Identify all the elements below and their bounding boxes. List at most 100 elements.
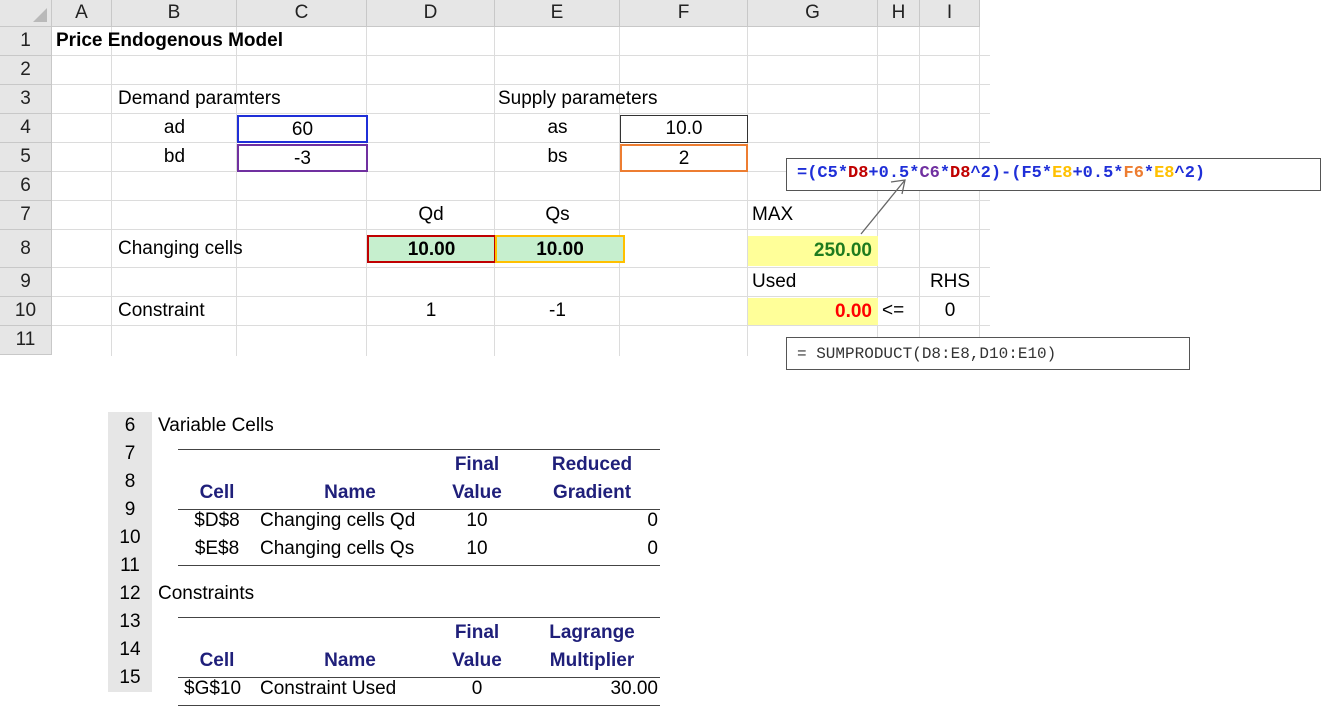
vc-gradient-header: Gradient	[552, 482, 632, 503]
vc-cell-header: Cell	[199, 482, 235, 503]
formula-segment: +0.5*	[1072, 164, 1124, 183]
formula-segment: E8	[1154, 164, 1175, 183]
c-final-header: Final	[454, 622, 500, 643]
formula-segment: *	[939, 164, 951, 183]
c-row1-name: Constraint Used	[260, 678, 397, 699]
c-row1-value: 0	[471, 678, 483, 699]
report-row-11: 11	[108, 552, 152, 580]
less-equal-operator: <=	[882, 300, 905, 321]
vc-reduced-header: Reduced	[551, 454, 633, 475]
qd-changing-cell[interactable]: 10.00	[367, 235, 496, 263]
rhs-label: RHS	[929, 271, 971, 292]
formula-segment: *	[837, 164, 849, 183]
constraint-coef-d: 1	[425, 300, 437, 321]
c-bottom-rule	[178, 705, 660, 706]
c-cell-header: Cell	[199, 650, 235, 671]
ad-value-cell[interactable]: 60	[237, 115, 368, 143]
c-row1-cell: $G$10	[184, 678, 242, 699]
row-header-6[interactable]: 6	[0, 172, 52, 201]
formula-segment: *	[1041, 164, 1053, 183]
row-header-9[interactable]: 9	[0, 268, 52, 297]
formula-segment: E8	[1052, 164, 1073, 183]
variable-cells-title: Variable Cells	[158, 415, 274, 436]
bs-label: bs	[547, 146, 568, 167]
formula-segment: *	[1143, 164, 1155, 183]
changing-cells-label: Changing cells	[118, 238, 243, 259]
report-row-15: 15	[108, 664, 152, 692]
max-label: MAX	[752, 204, 794, 225]
c-multiplier-header: Multiplier	[549, 650, 635, 671]
c-value-header: Value	[452, 650, 502, 671]
sheet-title: Price Endogenous Model	[56, 30, 283, 51]
row-header-5[interactable]: 5	[0, 143, 52, 172]
c-row1-multiplier: 30.00	[610, 678, 658, 699]
constraints-top-rule	[178, 617, 660, 618]
bd-label: bd	[163, 146, 186, 167]
report-row-9: 9	[108, 496, 152, 524]
bs-value-cell[interactable]: 2	[620, 144, 748, 172]
qs-header: Qs	[545, 204, 570, 225]
bd-value-cell[interactable]: -3	[237, 144, 368, 172]
formula-segment: =(	[797, 164, 818, 183]
column-header-f[interactable]: F	[620, 0, 748, 27]
vc-row2-gradient: 0	[647, 538, 658, 559]
formula-segment: C5	[817, 164, 838, 183]
column-header-d[interactable]: D	[367, 0, 495, 27]
supply-parameters-label: Supply parameters	[498, 88, 658, 109]
constraint-label: Constraint	[118, 300, 205, 321]
formula-segment: ^2)	[1174, 164, 1206, 183]
formula-segment: ^2)-(	[970, 164, 1022, 183]
column-header-e[interactable]: E	[495, 0, 620, 27]
row-header-2[interactable]: 2	[0, 56, 52, 85]
formula-segment: D8	[950, 164, 971, 183]
row-header-4[interactable]: 4	[0, 114, 52, 143]
variable-cells-top-rule	[178, 449, 660, 450]
vc-row1-value: 10	[466, 510, 488, 531]
demand-parameters-label: Demand paramters	[118, 88, 281, 109]
report-row-14: 14	[108, 636, 152, 664]
row-header-3[interactable]: 3	[0, 85, 52, 114]
used-label: Used	[752, 271, 797, 292]
column-header-i[interactable]: I	[920, 0, 980, 27]
report-row-10: 10	[108, 524, 152, 552]
max-objective-cell[interactable]: 250.00	[748, 236, 878, 266]
row-header-11[interactable]: 11	[0, 326, 52, 355]
formula-segment: C6	[919, 164, 940, 183]
as-label: as	[547, 117, 568, 138]
column-header-g[interactable]: G	[748, 0, 878, 27]
c-name-header: Name	[324, 650, 376, 671]
row-header-8[interactable]: 8	[0, 230, 52, 268]
constraint-coef-e: -1	[549, 300, 566, 321]
row-header-7[interactable]: 7	[0, 201, 52, 230]
constraints-title: Constraints	[158, 583, 255, 604]
qs-changing-cell[interactable]: 10.00	[495, 235, 625, 263]
row-header-10[interactable]: 10	[0, 297, 52, 326]
report-row-8: 8	[108, 468, 152, 496]
vc-row1-name: Changing cells Qd	[260, 510, 416, 531]
report-row-7: 7	[108, 440, 152, 468]
vc-name-header: Name	[324, 482, 376, 503]
report-row-12: 12	[108, 580, 152, 608]
c-lagrange-header: Lagrange	[549, 622, 635, 643]
column-header-b[interactable]: B	[112, 0, 237, 27]
row-header-1[interactable]: 1	[0, 27, 52, 56]
as-value-cell[interactable]: 10.0	[620, 115, 748, 143]
vc-row1-gradient: 0	[647, 510, 658, 531]
column-header-a[interactable]: A	[52, 0, 112, 27]
vc-value-header: Value	[452, 482, 502, 503]
formula-segment: F5	[1021, 164, 1042, 183]
vc-row2-value: 10	[466, 538, 488, 559]
callout-arrow-icon	[860, 179, 906, 235]
vc-bottom-rule	[178, 565, 660, 566]
report-row-13: 13	[108, 608, 152, 636]
select-all-corner[interactable]	[0, 0, 52, 27]
column-header-c[interactable]: C	[237, 0, 367, 27]
used-value-cell[interactable]: 0.00	[748, 298, 878, 325]
used-formula-callout: = SUMPRODUCT(D8:E8,D10:E10)	[786, 337, 1190, 370]
rhs-value: 0	[944, 300, 956, 321]
column-header-h[interactable]: H	[878, 0, 920, 27]
qd-header: Qd	[418, 204, 444, 225]
vc-row2-cell: $E$8	[194, 538, 240, 559]
ad-label: ad	[163, 117, 186, 138]
vc-row2-name: Changing cells Qs	[260, 538, 415, 559]
